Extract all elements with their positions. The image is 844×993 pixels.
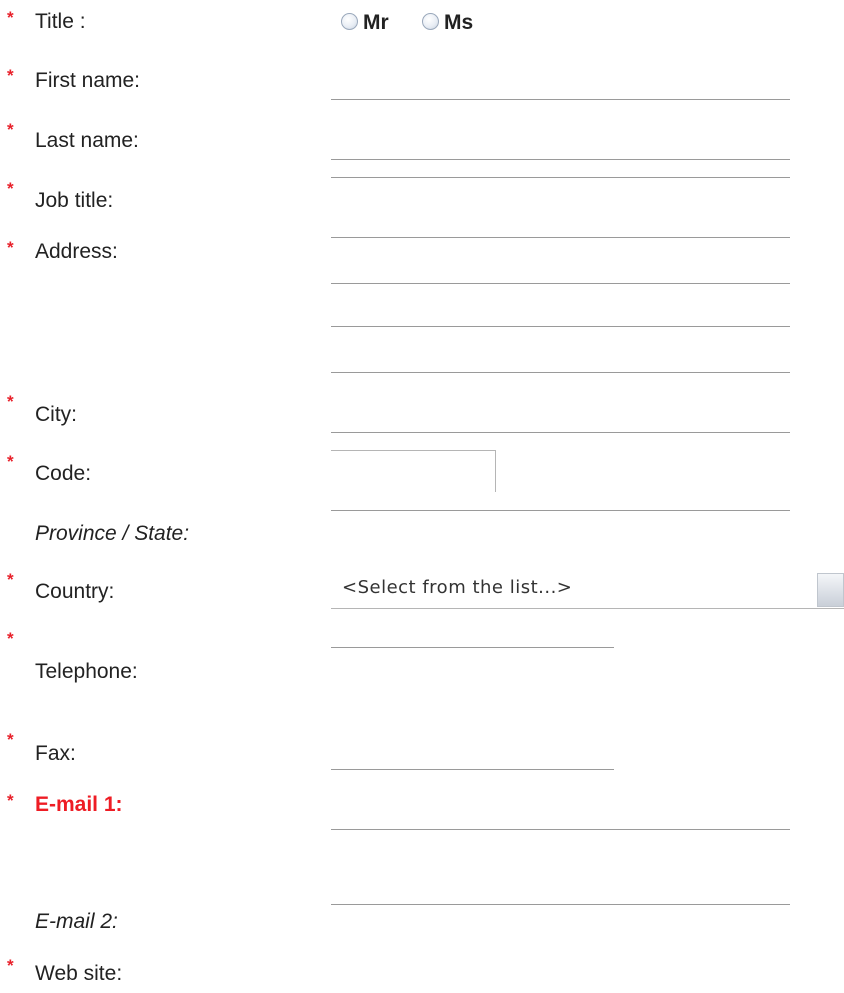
required-marker: * xyxy=(7,570,14,589)
title-label: Title : xyxy=(35,10,86,33)
province-field[interactable] xyxy=(331,510,790,511)
country-select-value[interactable]: <Select from the list...> xyxy=(342,577,572,599)
required-marker: * xyxy=(7,629,14,648)
required-marker: * xyxy=(7,238,14,257)
fax-label: Fax: xyxy=(35,742,76,765)
address-line-1-field[interactable] xyxy=(331,283,790,284)
address-line-2-field[interactable] xyxy=(331,326,790,327)
code-input[interactable] xyxy=(331,450,496,492)
radio-mr-label[interactable]: Mr xyxy=(363,10,389,36)
web-site-label: Web site: xyxy=(35,962,123,985)
country-label: Country: xyxy=(35,580,115,603)
city-label: City: xyxy=(35,403,77,426)
last-name-label: Last name: xyxy=(35,129,139,152)
required-marker: * xyxy=(7,956,14,975)
required-marker: * xyxy=(7,120,14,139)
job-title-field-top-border xyxy=(331,177,790,178)
address-line-3-field[interactable] xyxy=(331,372,790,373)
address-label: Address: xyxy=(35,240,118,263)
required-marker: * xyxy=(7,791,14,810)
first-name-field[interactable] xyxy=(331,99,790,100)
email-2-label: E-mail 2: xyxy=(35,910,118,933)
country-select[interactable]: <Select from the list...> xyxy=(331,569,844,609)
email-1-field[interactable] xyxy=(331,829,790,830)
first-name-label: First name: xyxy=(35,69,141,92)
required-marker: * xyxy=(7,8,14,27)
radio-ms-label[interactable]: Ms xyxy=(444,10,473,36)
email-1-label: E-mail 1: xyxy=(35,793,123,816)
last-name-field[interactable] xyxy=(331,159,790,160)
required-marker: * xyxy=(7,730,14,749)
fax-field[interactable] xyxy=(331,769,614,770)
radio-unchecked-icon[interactable] xyxy=(341,13,358,30)
job-title-field[interactable] xyxy=(331,237,790,238)
code-label: Code: xyxy=(35,462,92,485)
required-marker: * xyxy=(7,452,14,471)
required-marker: * xyxy=(7,392,14,411)
job-title-label: Job title: xyxy=(35,189,114,212)
dropdown-button-icon[interactable] xyxy=(817,573,844,607)
required-marker: * xyxy=(7,179,14,198)
telephone-field[interactable] xyxy=(331,647,614,648)
email-2-field[interactable] xyxy=(331,904,790,905)
province-state-label: Province / State: xyxy=(35,522,190,545)
radio-unchecked-icon[interactable] xyxy=(422,13,439,30)
required-marker: * xyxy=(7,66,14,85)
city-field[interactable] xyxy=(331,432,790,433)
telephone-label: Telephone: xyxy=(35,660,138,683)
